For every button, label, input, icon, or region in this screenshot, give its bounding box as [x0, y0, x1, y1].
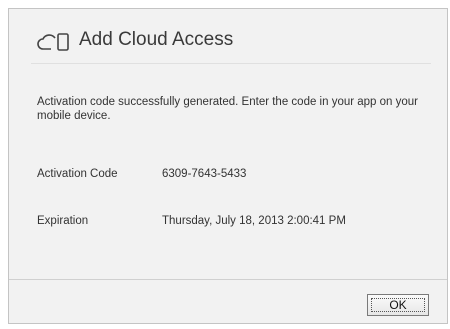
- ok-button[interactable]: OK: [367, 294, 429, 316]
- success-message: Activation code successfully generated. …: [37, 96, 419, 122]
- expiration-label: Expiration: [37, 215, 89, 227]
- ok-button-label: OK: [389, 298, 407, 312]
- activation-code-label: Activation Code: [37, 168, 118, 180]
- add-cloud-access-dialog: Add Cloud Access Activation code success…: [8, 8, 448, 324]
- dialog-footer: OK: [9, 279, 447, 324]
- activation-code-value: 6309-7643-5433: [162, 168, 247, 180]
- cloud-device-icon: [37, 33, 69, 51]
- expiration-value: Thursday, July 18, 2013 2:00:41 PM: [162, 215, 346, 227]
- dialog-title: Add Cloud Access: [79, 29, 234, 50]
- dialog-header: Add Cloud Access: [31, 27, 431, 64]
